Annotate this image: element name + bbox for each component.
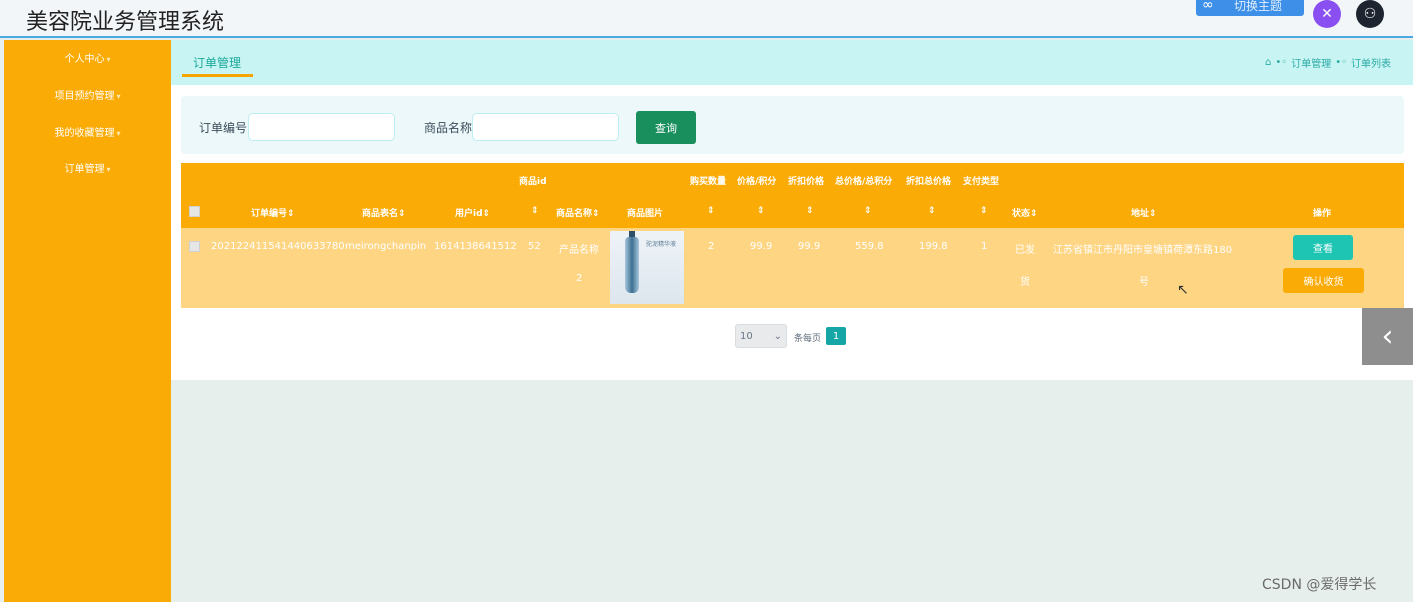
cell-quantity: 2 <box>708 241 715 252</box>
sort-icon[interactable]: ⇕ <box>287 209 295 219</box>
col-goods-id: 商品id <box>519 177 547 187</box>
view-button[interactable]: 查看 <box>1293 235 1353 260</box>
query-button[interactable]: 查询 <box>636 111 696 144</box>
col-address[interactable]: 地址⇕ <box>1131 206 1157 219</box>
sort-icon[interactable]: ⇕ <box>864 206 872 216</box>
col-table-name[interactable]: 商品表名⇕ <box>362 206 406 219</box>
fullscreen-button[interactable]: ✕ <box>1313 0 1341 28</box>
sort-icon[interactable]: ⇕ <box>398 209 406 219</box>
col-goods-name[interactable]: 商品名称⇕ <box>556 206 600 219</box>
app-title: 美容院业务管理系统 <box>26 10 225 35</box>
order-no-label: 订单编号 <box>199 121 248 135</box>
confirm-receipt-button[interactable]: 确认收货 <box>1283 268 1364 293</box>
col-actions: 操作 <box>1313 209 1332 219</box>
breadcrumb-separator-icon: •◦ <box>1275 57 1288 68</box>
page-number-current[interactable]: 1 <box>826 327 846 345</box>
per-page-label: 条每页 <box>794 334 822 344</box>
chevron-down-icon: ⌄ <box>773 330 782 342</box>
sidebar-item-orders[interactable]: 订单管理 ▾ <box>4 160 171 175</box>
sort-icon[interactable]: ⇕ <box>928 206 936 216</box>
sidebar-item-appointment[interactable]: 项目预约管理 ▾ <box>4 87 171 102</box>
col-user-id[interactable]: 用户id⇕ <box>455 206 490 219</box>
sidebar: 个人中心 ▾ 项目预约管理 ▾ 我的收藏管理 ▾ 订单管理 ▾ <box>4 40 171 602</box>
cell-goods-id: 52 <box>528 241 541 252</box>
col-discount-price: 折扣价格 <box>788 177 825 187</box>
sort-icon[interactable]: ⇕ <box>707 206 715 216</box>
mouse-cursor-icon: ↖ <box>1177 282 1189 298</box>
link-icon: ∞ <box>1202 0 1214 13</box>
theme-switch-button[interactable]: ∞ 切换主题 <box>1196 0 1304 16</box>
chevron-down-icon: ▾ <box>106 165 111 174</box>
theme-switch-label: 切换主题 <box>1234 0 1283 13</box>
cell-user-id: 1614138641512 <box>434 241 517 252</box>
cell-total: 559.8 <box>855 241 884 252</box>
order-no-input[interactable] <box>248 113 395 141</box>
breadcrumb: ⌂ •◦ 订单管理 •◦ 订单列表 <box>1265 55 1391 70</box>
cell-price: 99.9 <box>750 241 773 252</box>
tab-bar <box>171 40 1413 85</box>
sort-icon[interactable]: ⇕ <box>531 206 539 216</box>
cell-pay-type: 1 <box>981 241 988 252</box>
row-checkbox[interactable] <box>189 241 200 252</box>
select-all-checkbox[interactable] <box>189 206 200 217</box>
cell-order-no: 202122411541440633780 <box>211 241 345 252</box>
sort-icon[interactable]: ⇕ <box>980 206 988 216</box>
breadcrumb-item: 订单列表 <box>1351 59 1391 70</box>
cell-status: 已发 <box>1015 245 1035 256</box>
cell-address-line2: 号 <box>1139 277 1149 288</box>
tab-order-management[interactable]: 订单管理 <box>193 54 241 71</box>
breadcrumb-separator-icon: •◦ <box>1335 57 1347 68</box>
cell-table-name: meirongchanpin <box>345 241 427 252</box>
sort-icon[interactable]: ⇕ <box>483 209 491 219</box>
collapse-panel-button[interactable]: ‹ <box>1362 308 1413 365</box>
product-image-caption: 驼泥精华液 <box>646 241 677 248</box>
col-quantity: 购买数量 <box>690 177 727 187</box>
cell-address: 江苏省镇江市丹阳市皇塘镇荷潭东路180 <box>1053 245 1233 256</box>
watermark: CSDN @爱得学长 <box>1262 577 1377 593</box>
page-size-select[interactable]: 10 ⌄ <box>735 324 787 348</box>
sort-icon[interactable]: ⇕ <box>1149 209 1157 219</box>
col-discount-total: 折扣总价格 <box>906 177 952 187</box>
cell-status-line2: 货 <box>1020 277 1030 288</box>
col-pay-type: 支付类型 <box>963 177 1000 187</box>
product-image[interactable]: 驼泥精华液 <box>610 231 684 304</box>
col-total: 总价格/总积分 <box>835 177 893 187</box>
fullscreen-icon: ✕ <box>1321 6 1333 22</box>
product-name-input[interactable] <box>472 113 619 141</box>
table-row <box>181 228 1404 308</box>
col-price: 价格/积分 <box>737 177 777 187</box>
product-name-label: 商品名称 <box>424 121 473 135</box>
user-icon: ⚇ <box>1363 6 1377 22</box>
sort-icon[interactable]: ⇕ <box>1030 209 1038 219</box>
col-goods-image: 商品图片 <box>627 209 664 219</box>
user-avatar-button[interactable]: ⚇ <box>1356 0 1384 28</box>
breadcrumb-item[interactable]: 订单管理 <box>1291 55 1331 70</box>
cell-goods-name: 产品名称 <box>559 245 599 256</box>
sort-icon[interactable]: ⇕ <box>592 209 600 219</box>
home-icon[interactable]: ⌂ <box>1265 57 1271 68</box>
cell-discount-price: 99.9 <box>798 241 821 252</box>
cell-discount-total: 199.8 <box>919 241 948 252</box>
cell-goods-name-line2: 2 <box>576 273 583 284</box>
sort-icon[interactable]: ⇕ <box>806 206 814 216</box>
chevron-down-icon: ▾ <box>116 129 121 138</box>
chevron-down-icon: ▾ <box>106 55 111 64</box>
col-status[interactable]: 状态⇕ <box>1012 206 1038 219</box>
chevron-left-icon: ‹ <box>1381 319 1394 354</box>
col-order-no[interactable]: 订单编号⇕ <box>251 206 295 219</box>
chevron-down-icon: ▾ <box>116 92 121 101</box>
top-header: 美容院业务管理系统 ∞ 切换主题 ✕ ⚇ <box>0 0 1413 38</box>
sort-icon[interactable]: ⇕ <box>757 206 765 216</box>
tab-underline <box>182 74 253 77</box>
sidebar-item-favorites[interactable]: 我的收藏管理 ▾ <box>4 124 171 139</box>
sidebar-item-personal-center[interactable]: 个人中心 ▾ <box>4 50 171 65</box>
